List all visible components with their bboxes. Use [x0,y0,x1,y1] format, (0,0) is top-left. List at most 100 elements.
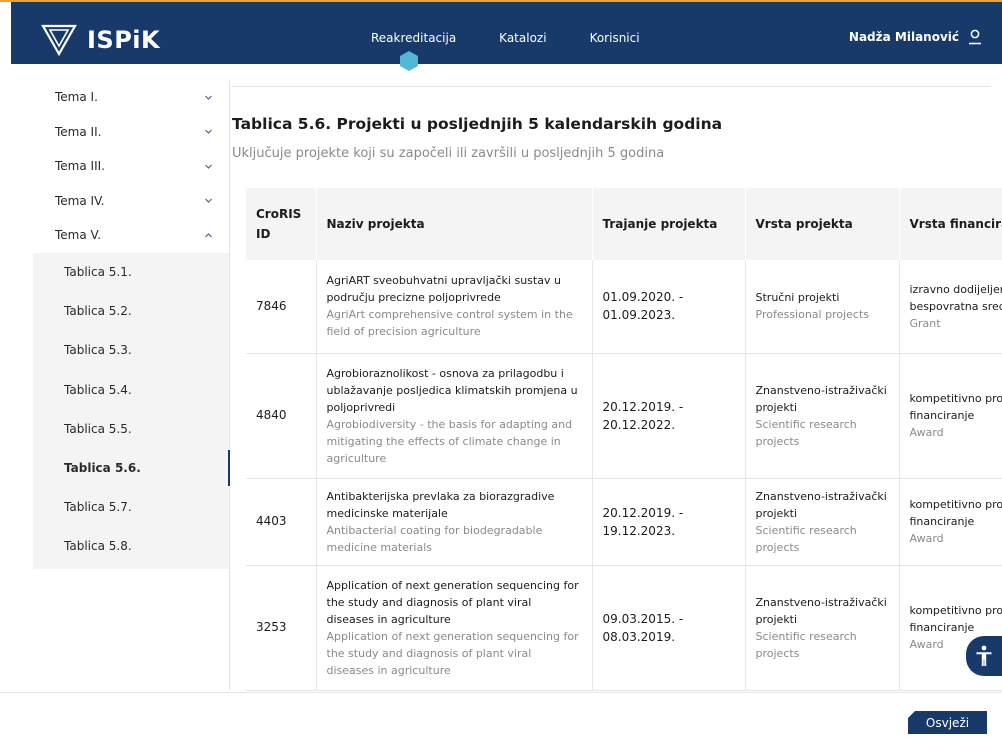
active-nav-hexagon-icon [400,51,418,71]
refresh-button[interactable]: Osvježi [908,711,987,734]
cell-croris-id: 7846 [246,260,317,354]
sidebar-item-tablica-5-8[interactable]: Tablica 5.8. [33,527,229,566]
sidebar-tema-5[interactable]: Tema V. [33,218,229,253]
sidebar-item-tablica-5-2[interactable]: Tablica 5.2. [33,292,229,331]
cell-project-type: Znanstveno-istraživački projekti Scienti… [745,353,900,479]
page-subtitle: Uključuje projekte koji su započeli ili … [232,146,665,161]
project-name-en: Antibacterial coating for biodegradable … [326,523,543,554]
financing-type-hr-line2: financiranje [909,621,975,634]
main-nav: Reakreditacija Katalozi Korisnici [371,31,683,45]
table-row[interactable]: 4403 Antibakterijska prevlaka za biorazg… [246,478,1002,566]
sidebar-tema-label: Tema III. [55,159,105,174]
chevron-down-icon [205,95,212,100]
project-name-en: AgriArt comprehensive control system in … [326,308,573,339]
cell-project-type: Stručni projekti Professional projects [745,260,900,354]
table-row[interactable]: 3253 Application of next generation sequ… [246,565,1002,691]
column-header-trajanje-projekta: Trajanje projekta [592,188,746,260]
sidebar-item-tablica-5-3[interactable]: Tablica 5.3. [33,331,229,370]
cell-project-name: Agrobioraznolikost - osnova za prilagodb… [316,353,593,479]
financing-type-hr-line2: financiranje [909,409,975,422]
sidebar-tema-label: Tema V. [55,228,102,243]
financing-type-hr-line1: kompetitivno projektno [909,498,1002,511]
triangle-logo-icon [41,24,77,56]
project-type-hr: Znanstveno-istraživački projekti [755,383,887,414]
nav-item-korisnici[interactable]: Korisnici [590,31,640,45]
sidebar-item-tablica-5-5[interactable]: Tablica 5.5. [33,409,229,448]
main-content: Tablica 5.6. Projekti u posljednjih 5 ka… [231,80,1002,692]
table-row[interactable]: 7846 AgriART sveobuhvatni upravljački su… [246,260,1002,354]
financing-type-en: Grant [909,316,941,330]
project-type-hr: Znanstveno-istraživački projekti [755,489,887,520]
nav-item-katalozi[interactable]: Katalozi [499,31,546,45]
financing-type-en: Award [909,426,944,439]
table-header-row: CroRIS ID Naziv projekta Trajanje projek… [246,188,1002,260]
project-name-en: Application of next generation sequencin… [326,629,579,677]
project-type-hr: Stručni projekti [755,291,840,305]
project-type-hr: Znanstveno-istraživački projekti [755,595,887,626]
table-row[interactable]: 4840 Agrobioraznolikost - osnova za pril… [246,353,1002,479]
sidebar-tema-1[interactable]: Tema I. [33,80,229,115]
cell-financing-type: izravno dodijeljena bespovratna sredstva… [899,260,1002,354]
project-type-en: Professional projects [755,308,870,322]
cell-project-type: Znanstveno-istraživački projekti Scienti… [745,478,900,566]
sidebar-tema-4[interactable]: Tema IV. [33,184,229,219]
chevron-up-icon [205,232,212,238]
financing-type-hr-line2: financiranje [909,515,975,528]
cell-duration: 20.12.2019. - 20.12.2022. [592,353,746,479]
financing-type-hr-line2: bespovratna sredstva [909,299,1002,313]
column-header-croris-id: CroRIS ID [246,188,317,260]
sidebar-tema-2[interactable]: Tema II. [33,115,229,150]
project-type-en: Scientific research projects [755,523,857,554]
sidebar-tema-label: Tema II. [55,124,102,139]
cell-financing-type: kompetitivno projektno financiranje Awar… [899,478,1002,566]
accessibility-button[interactable] [966,636,1002,676]
sidebar-tema-label: Tema IV. [55,193,105,208]
cell-project-name: Application of next generation sequencin… [316,565,593,691]
project-name-en: Agrobiodiversity - the basis for adaptin… [326,417,573,465]
duration-end: 08.03.2019. [602,629,676,644]
projects-table: CroRIS ID Naziv projekta Trajanje projek… [246,188,1002,691]
project-type-en: Scientific research projects [755,417,857,448]
duration-start: 09.03.2015. - [602,611,684,626]
project-type-en: Scientific research projects [755,629,857,660]
sidebar-item-tablica-5-6[interactable]: Tablica 5.6. [33,448,229,487]
sidebar-tema-3[interactable]: Tema III. [33,149,229,184]
accessibility-person-icon [976,645,992,666]
project-name-hr: Antibakterijska prevlaka za biorazgradiv… [326,489,555,520]
cell-project-name: Antibakterijska prevlaka za biorazgradiv… [316,478,593,566]
chevron-down-icon [205,164,212,169]
sidebar-divider [229,80,230,690]
active-item-indicator [228,450,230,486]
cell-croris-id: 3253 [246,565,317,691]
project-name-hr: Application of next generation sequencin… [326,578,579,626]
column-header-vrsta-projekta: Vrsta projekta [745,188,900,260]
chevron-down-icon [205,198,212,204]
user-menu[interactable]: Nadža Milanović [849,29,982,45]
cell-financing-type: kompetitivno projektno financiranje Awar… [899,353,1002,479]
financing-type-hr-line1: kompetitivno projektno [909,392,1002,405]
duration-end: 20.12.2022. [602,417,676,432]
content-top-divider [231,86,991,87]
app-header: ISPiK Reakreditacija Katalozi Korisnici … [11,2,1002,71]
page-title: Tablica 5.6. Projekti u posljednjih 5 ka… [232,115,723,133]
duration-start: 20.12.2019. - [602,399,684,414]
duration-end: 19.12.2023. [602,523,676,538]
footer-bar [0,692,1002,741]
app-logo[interactable]: ISPiK [41,24,160,56]
cell-duration: 20.12.2019. - 19.12.2023. [592,478,746,566]
user-icon [969,29,981,45]
logo-text: ISPiK [87,26,161,54]
financing-type-hr-line1: izravno dodijeljena [909,282,1002,296]
cell-duration: 09.03.2015. - 08.03.2019. [592,565,746,691]
project-name-hr: Agrobioraznolikost - osnova za prilagodb… [326,366,578,414]
duration-start: 01.09.2020. - [602,290,684,305]
sidebar-item-tablica-5-1[interactable]: Tablica 5.1. [33,253,229,292]
cell-croris-id: 4403 [246,478,317,566]
financing-type-hr-line1: kompetitivno projektno [909,604,1002,617]
nav-item-reakreditacija[interactable]: Reakreditacija [371,31,456,45]
cell-project-name: AgriART sveobuhvatni upravljački sustav … [316,260,593,354]
sidebar-item-tablica-5-4[interactable]: Tablica 5.4. [33,370,229,409]
cell-duration: 01.09.2020. - 01.09.2023. [592,260,746,354]
sidebar-item-tablica-5-7[interactable]: Tablica 5.7. [33,488,229,527]
sidebar-tema-label: Tema I. [55,90,98,105]
